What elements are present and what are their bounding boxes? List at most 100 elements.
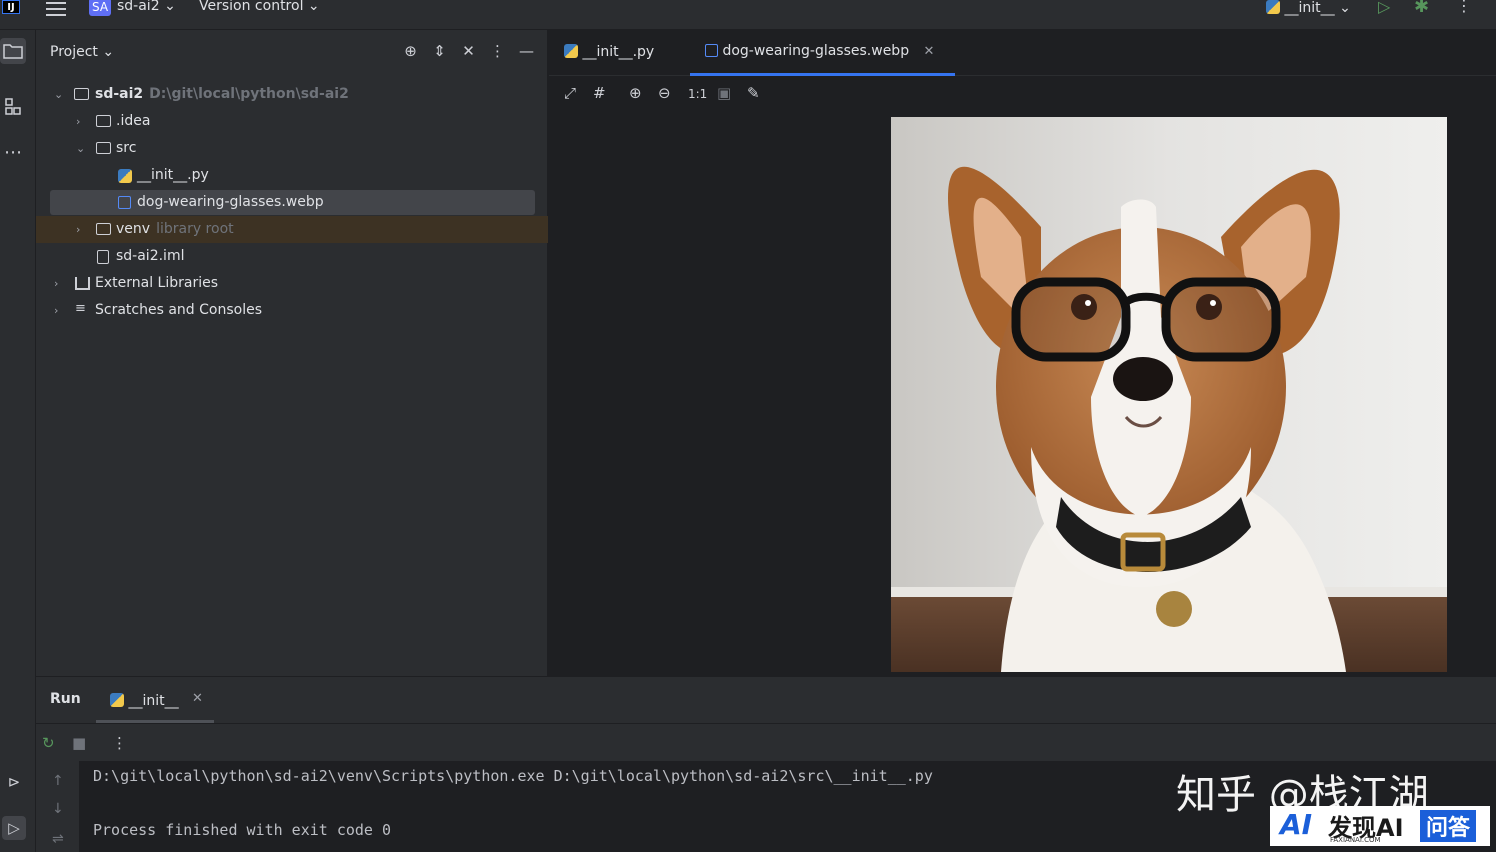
tab-init-py[interactable]: __init__.py (564, 42, 654, 76)
version-control-menu[interactable]: Version control ⌄ (199, 0, 320, 14)
chevron-down-icon: ⌄ (307, 0, 320, 14)
more-options-icon[interactable]: ⋮ (112, 734, 127, 752)
color-picker-icon[interactable]: ✎ (747, 84, 760, 102)
options-icon[interactable]: ⋮ (483, 42, 512, 60)
zoom-out-icon[interactable]: ⊖ (658, 84, 671, 102)
tree-item-label: .idea (116, 113, 151, 129)
actual-size-button[interactable]: 1:1 (688, 87, 707, 101)
scroll-down-icon[interactable]: ↓ (52, 801, 64, 817)
tree-item-label: Scratches and Consoles (95, 302, 262, 318)
grid-icon[interactable]: # (593, 84, 606, 102)
faxianai-logo: AI 发现AI 问答 FAXIANAI.COM (1270, 806, 1490, 846)
dog-image (891, 117, 1447, 672)
tab-label: __init__.py (582, 44, 655, 60)
run-panel-title: Run (50, 691, 81, 707)
image-file-icon (705, 44, 718, 57)
tree-item-init-py[interactable]: __init__.py (36, 162, 548, 189)
locate-file-icon[interactable]: ⊕ (396, 42, 425, 60)
run-tab-init[interactable]: __init__ ✕ (96, 677, 214, 723)
debug-button[interactable]: ✱ (1414, 0, 1429, 17)
logo-ai-mark: AI (1280, 808, 1313, 841)
python-icon (110, 693, 124, 707)
chevron-right-icon[interactable]: › (54, 270, 58, 297)
tree-item-iml[interactable]: sd-ai2.iml (36, 243, 548, 270)
console-line: D:\git\local\python\sd-ai2\venv\Scripts\… (93, 767, 933, 785)
scratches-icon: ≡ (75, 301, 86, 316)
collapse-all-icon[interactable]: ✕ (454, 42, 483, 60)
project-name: sd-ai2 (117, 0, 160, 14)
tree-item-sd-ai2[interactable]: ⌄ sd-ai2 D:\git\local\python\sd-ai2 (36, 81, 548, 108)
chevron-down-icon[interactable]: ⌄ (76, 135, 85, 162)
module-folder-icon (74, 88, 89, 100)
scroll-up-icon[interactable]: ↑ (52, 773, 64, 789)
chevron-down-icon: ⌄ (164, 0, 176, 14)
fit-to-window-icon[interactable]: ⤢ (564, 84, 576, 102)
run-tab-label: __init__ (128, 693, 179, 709)
hide-icon[interactable]: — (512, 42, 541, 60)
chevron-right-icon[interactable]: › (76, 216, 80, 243)
background-icon[interactable]: ▣ (717, 84, 731, 102)
python-icon (1266, 0, 1280, 14)
close-icon[interactable]: ✕ (192, 691, 203, 706)
chevron-down-icon: ⌄ (1339, 0, 1351, 16)
tree-item-label: External Libraries (95, 275, 218, 291)
editor-tabs: __init__.py dog-wearing-glasses.webp ✕ (549, 30, 1496, 76)
console-gutter: ↑ ↓ ⇌ (36, 761, 79, 852)
app-logo-icon: IJ (2, 0, 20, 14)
tree-item-idea[interactable]: › .idea (36, 108, 548, 135)
python-icon (118, 169, 132, 183)
soft-wrap-icon[interactable]: ⇌ (52, 831, 64, 847)
chevron-down-icon: ⌄ (102, 44, 115, 60)
tree-item-label: dog-wearing-glasses.webp (137, 194, 324, 210)
tab-dog-image[interactable]: dog-wearing-glasses.webp ✕ (690, 42, 955, 76)
project-panel: Project ⌄ ⊕ ⇕ ✕ ⋮ — ⌄ sd-ai2 D:\git\local\pyt… (36, 30, 548, 676)
close-icon[interactable]: ✕ (924, 44, 935, 59)
folder-icon (96, 115, 111, 127)
main-menu-icon[interactable] (46, 2, 66, 16)
version-control-label: Version control (199, 0, 304, 14)
tree-item-path: D:\git\local\python\sd-ai2 (149, 86, 349, 102)
run-button[interactable]: ▷ (1378, 0, 1390, 16)
chevron-right-icon[interactable]: › (54, 297, 58, 324)
tree-item-label: src (116, 140, 137, 156)
image-file-icon (118, 196, 131, 209)
tree-item-external-libraries[interactable]: › External Libraries (36, 270, 548, 297)
run-tool-icon[interactable]: ▷ (2, 816, 26, 840)
structure-icon[interactable] (0, 98, 26, 124)
run-config-selector[interactable]: __init__ ⌄ (1266, 0, 1351, 16)
folder-icon (96, 142, 111, 154)
project-panel-title: Project (50, 44, 98, 60)
tree-item-dog-image[interactable]: dog-wearing-glasses.webp (36, 189, 548, 216)
rerun-icon[interactable]: ↻ (42, 734, 55, 752)
expand-all-icon[interactable]: ⇕ (425, 42, 454, 60)
services-icon[interactable]: ⊳ (2, 770, 26, 794)
folder-icon (96, 223, 111, 235)
logo-subtext: FAXIANAI.COM (1330, 836, 1381, 844)
project-badge[interactable]: SA (89, 0, 112, 16)
image-toolbar: ⤢ # ⊕ ⊖ 1:1 ▣ ✎ (549, 76, 1496, 114)
logo-badge: 问答 (1420, 810, 1477, 842)
tree-item-src[interactable]: ⌄ src (36, 135, 548, 162)
console-line: Process finished with exit code 0 (93, 821, 392, 839)
tree-item-scratches[interactable]: › ≡ Scratches and Consoles (36, 297, 548, 324)
zoom-in-icon[interactable]: ⊕ (629, 84, 642, 102)
chevron-down-icon[interactable]: ⌄ (54, 81, 63, 108)
chevron-right-icon[interactable]: › (76, 108, 80, 135)
title-bar: IJ SA sd-ai2 ⌄ Version control ⌄ __init_… (0, 0, 1496, 30)
more-tools-icon[interactable]: ⋯ (0, 140, 26, 166)
run-config-label: __init__ (1284, 0, 1335, 16)
run-toolbar: ↻ ■ ⋮ (36, 723, 1496, 761)
more-options-icon[interactable]: ⋮ (1456, 0, 1472, 15)
python-icon (564, 44, 578, 58)
left-tool-strip: ⋯ ⊳ ▷ (0, 30, 36, 852)
stop-icon[interactable]: ■ (72, 734, 86, 752)
tree-item-venv[interactable]: › venv library root (36, 216, 548, 243)
project-folder-icon[interactable] (0, 38, 26, 64)
tab-label: dog-wearing-glasses.webp (722, 43, 910, 59)
library-root-hint: library root (156, 221, 234, 237)
project-view-selector[interactable]: Project ⌄ (50, 44, 114, 60)
tree-item-label: sd-ai2 (95, 86, 144, 102)
project-actions: ⊕ ⇕ ✕ ⋮ — (396, 42, 541, 60)
project-switcher[interactable]: sd-ai2 ⌄ (117, 0, 176, 14)
library-icon (75, 277, 90, 290)
